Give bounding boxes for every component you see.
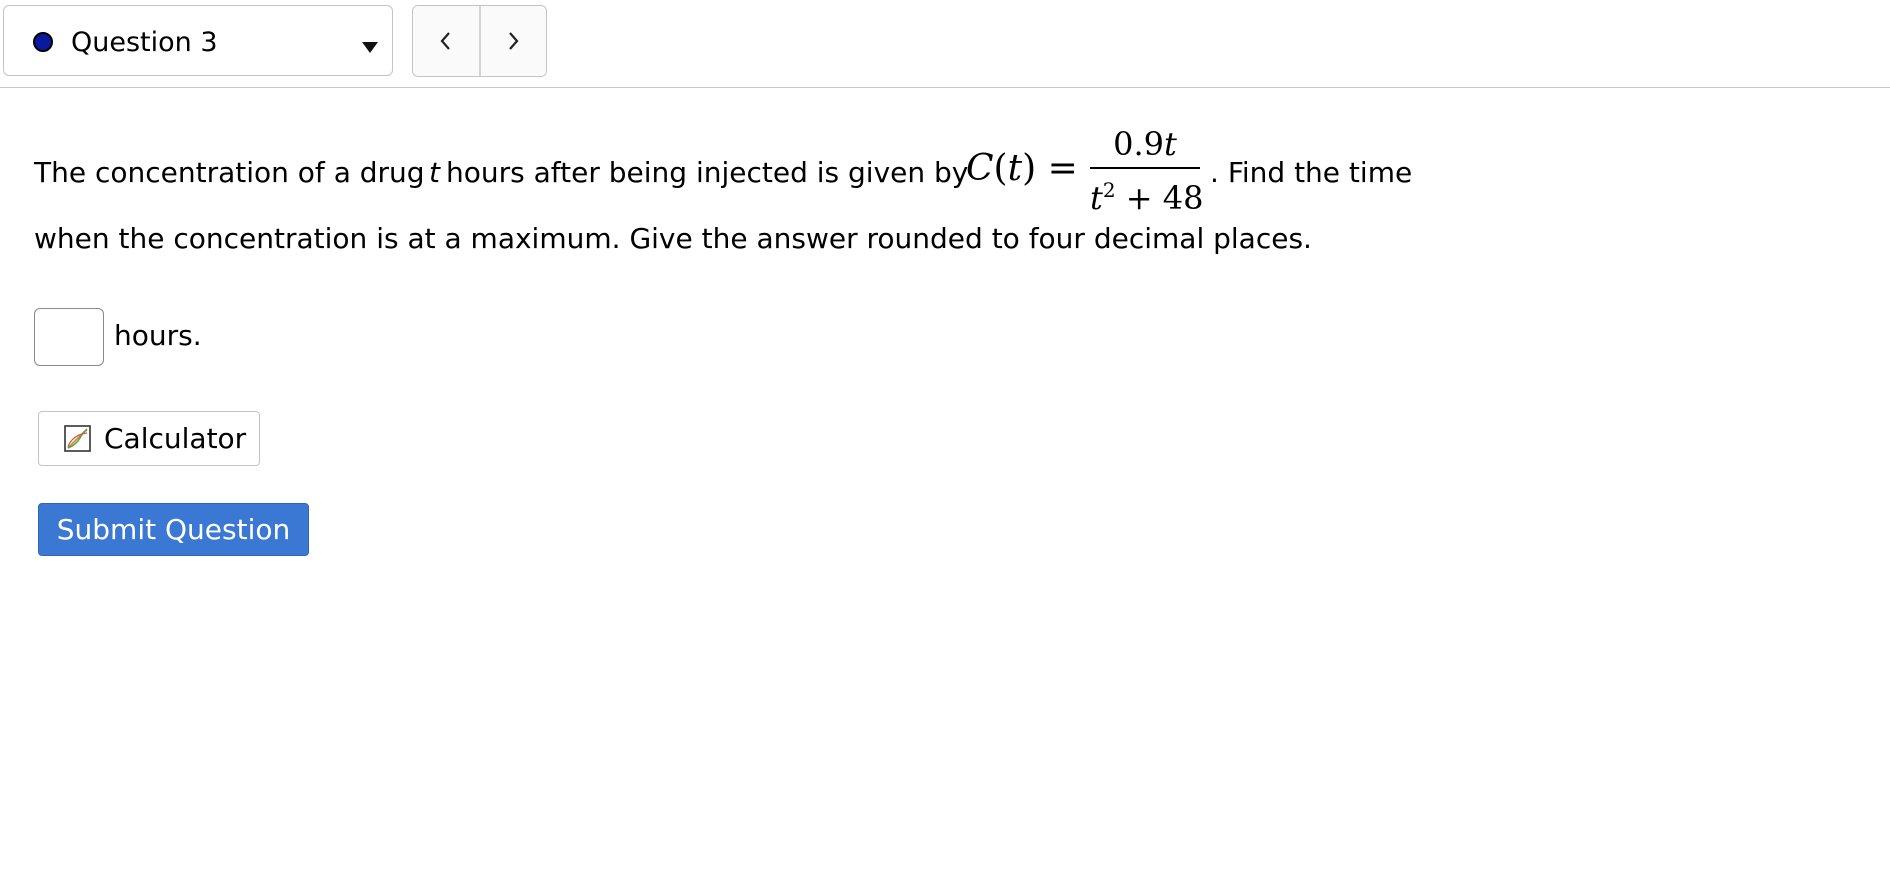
answer-input[interactable] bbox=[34, 308, 104, 366]
denominator-constant: + 48 bbox=[1125, 179, 1204, 217]
question-variable-t: t bbox=[429, 156, 440, 189]
fraction-numerator: 0.9t bbox=[1090, 125, 1200, 165]
function-expression: C(t) = bbox=[966, 148, 1078, 189]
question-text-part-1: The concentration of a drug bbox=[34, 156, 425, 189]
chevron-left-icon bbox=[440, 32, 450, 50]
question-text-find-time: Find the time bbox=[1227, 156, 1413, 189]
question-nav-buttons bbox=[412, 5, 547, 77]
question-selector-label: Question 3 bbox=[71, 27, 218, 58]
answer-unit-label: hours. bbox=[114, 319, 202, 352]
question-nav-bar: Question 3 bbox=[0, 0, 1890, 88]
equals-sign: = bbox=[1047, 148, 1078, 189]
denominator-exponent: 2 bbox=[1102, 178, 1116, 202]
question-line-1: The concentration of a drug t hours afte… bbox=[34, 125, 1434, 221]
question-text: The concentration of a drug t hours afte… bbox=[34, 125, 1434, 255]
question-status-dot bbox=[33, 32, 53, 52]
question-text-part-2: hours after being injected is given by bbox=[446, 156, 969, 189]
question-selector[interactable]: Question 3 bbox=[3, 5, 393, 76]
dropdown-caret-icon bbox=[362, 42, 378, 53]
function-name: C bbox=[966, 148, 994, 189]
previous-question-button[interactable] bbox=[413, 6, 479, 76]
submit-question-button[interactable]: Submit Question bbox=[38, 503, 309, 556]
calculator-button[interactable]: Calculator bbox=[38, 411, 260, 466]
numerator-variable: t bbox=[1164, 125, 1177, 163]
calculator-button-label: Calculator bbox=[104, 422, 247, 455]
chevron-right-icon bbox=[509, 32, 519, 50]
graph-calculator-icon bbox=[64, 425, 91, 452]
formula-fraction: 0.9t t2 + 48 bbox=[1090, 125, 1203, 217]
denominator-variable: t bbox=[1090, 179, 1103, 217]
fraction-denominator: t2 + 48 bbox=[1090, 171, 1203, 217]
function-arg: t bbox=[1007, 148, 1023, 189]
question-line-2: when the concentration is at a maximum. … bbox=[34, 222, 1312, 255]
question-text-part-3: . Find the time bbox=[1210, 156, 1412, 190]
formula-period: . bbox=[1210, 156, 1219, 189]
numerator-coefficient: 0.9 bbox=[1113, 125, 1165, 163]
fraction-bar bbox=[1090, 167, 1200, 169]
next-question-button[interactable] bbox=[478, 6, 546, 76]
